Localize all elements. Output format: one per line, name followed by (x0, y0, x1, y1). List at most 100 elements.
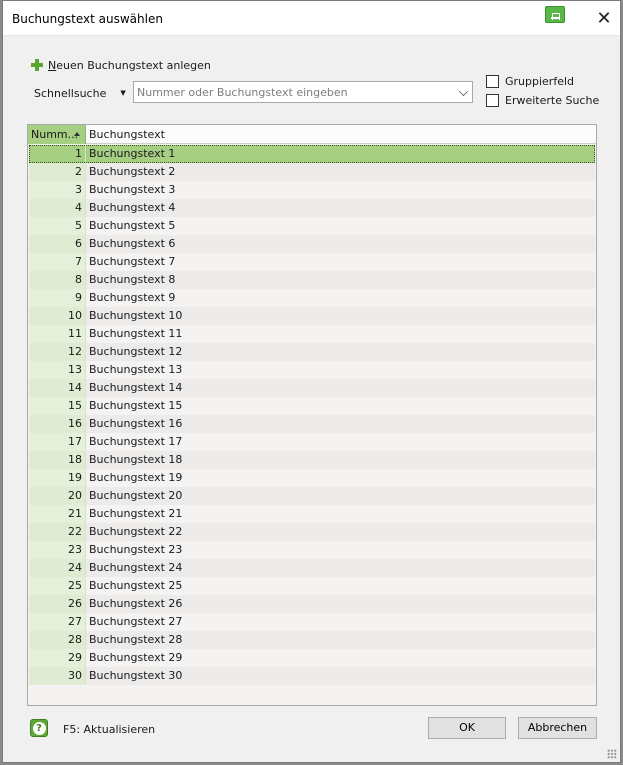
cell-posting-text: Buchungstext 26 (86, 595, 595, 613)
cell-posting-text: Buchungstext 23 (89, 543, 183, 556)
table-row[interactable]: 7 Buchungstext 7 (29, 253, 595, 271)
table-row[interactable]: 6 Buchungstext 6 (29, 235, 595, 253)
table-row[interactable]: 9 Buchungstext 9 (29, 289, 595, 307)
table-row[interactable]: 16 Buchungstext 16 (29, 415, 595, 433)
table-row[interactable]: 10 Buchungstext 10 (29, 307, 595, 325)
cell-number: 30 (29, 667, 86, 685)
cell-number: 21 (29, 505, 86, 523)
table-row[interactable]: 24 Buchungstext 24 (29, 559, 595, 577)
table-row[interactable]: 30 Buchungstext 30 (29, 667, 595, 685)
pin-icon[interactable] (545, 6, 565, 23)
sort-ascending-icon (74, 132, 80, 136)
cell-posting-text: Buchungstext 1 (86, 145, 595, 163)
grid-header: Numm... Buchungstext (28, 125, 596, 144)
cell-posting-text: Buchungstext 10 (86, 307, 595, 325)
table-row[interactable]: 5 Buchungstext 5 (29, 217, 595, 235)
search-input[interactable] (134, 82, 444, 102)
table-row[interactable]: 14 Buchungstext 14 (29, 379, 595, 397)
cell-number: 3 (29, 181, 86, 199)
refresh-hint: F5: Aktualisieren (63, 723, 156, 736)
table-row[interactable]: 13 Buchungstext 13 (29, 361, 595, 379)
cell-number: 12 (29, 343, 86, 361)
cell-number: 18 (29, 451, 86, 469)
group-field-checkbox[interactable]: Gruppierfeld (486, 73, 574, 89)
cell-posting-text: Buchungstext 21 (89, 507, 183, 520)
title-bar: Buchungstext auswählen ✕ (3, 1, 620, 36)
cell-posting-text: Buchungstext 30 (86, 667, 595, 685)
column-header-number[interactable]: Numm... (28, 125, 86, 144)
extended-search-checkbox[interactable]: Erweiterte Suche (486, 92, 599, 108)
window-title: Buchungstext auswählen (12, 12, 163, 26)
table-row[interactable]: 1 Buchungstext 1 (29, 145, 595, 163)
table-row[interactable]: 26 Buchungstext 26 (29, 595, 595, 613)
extended-search-label: Erweiterte Suche (505, 93, 600, 107)
cell-number: 24 (29, 559, 86, 577)
cell-posting-text: Buchungstext 16 (86, 415, 595, 433)
table-row[interactable]: 23 Buchungstext 23 (29, 541, 595, 559)
cell-number: 16 (29, 415, 86, 433)
new-posting-text-link[interactable]: Neuen Buchungstext anlegen (31, 57, 211, 73)
close-icon[interactable]: ✕ (591, 7, 617, 31)
table-row[interactable]: 21 Buchungstext 21 (29, 505, 595, 523)
column-header-posting-text[interactable]: Buchungstext (86, 125, 596, 143)
new-posting-text-label: Neuen Buchungstext anlegen (48, 58, 211, 72)
cell-posting-text: Buchungstext 19 (89, 471, 183, 484)
ok-button[interactable]: OK (428, 717, 506, 739)
search-combobox[interactable] (133, 81, 473, 103)
cell-posting-text: Buchungstext 14 (86, 379, 595, 397)
posting-text-grid: Numm... Buchungstext 1 Buchungstext 1 2 Buc… (27, 124, 597, 706)
cell-number: 13 (29, 361, 86, 379)
select-posting-text-dialog: Buchungstext auswählen ✕ Neuen Buchungst… (2, 0, 621, 763)
cell-posting-text: Buchungstext 12 (86, 343, 595, 361)
table-row[interactable]: 29 Buchungstext 29 (29, 649, 595, 667)
cell-posting-text: Buchungstext 7 (89, 255, 176, 268)
cell-number: 20 (29, 487, 86, 505)
cell-number: 2 (29, 163, 86, 181)
cell-posting-text: Buchungstext 3 (89, 183, 176, 196)
cell-posting-text: Buchungstext 5 (89, 219, 176, 232)
chevron-down-icon[interactable] (459, 87, 468, 96)
help-icon[interactable]: ? (30, 719, 48, 737)
cell-number: 5 (29, 217, 86, 235)
table-row[interactable]: 19 Buchungstext 19 (29, 469, 595, 487)
cell-posting-text: Buchungstext 13 (89, 363, 183, 376)
table-row[interactable]: 11 Buchungstext 11 (29, 325, 595, 343)
column-header-number-label: Numm... (31, 128, 79, 141)
search-mode-dropdown[interactable]: Schnellsuche ▼ (34, 85, 126, 101)
cell-posting-text: Buchungstext 17 (89, 435, 183, 448)
table-row[interactable]: 4 Buchungstext 4 (29, 199, 595, 217)
cell-number: 9 (29, 289, 86, 307)
caret-down-icon: ▼ (120, 89, 126, 97)
extended-search-checkbox-box[interactable] (486, 93, 499, 107)
cell-posting-text: Buchungstext 20 (86, 487, 595, 505)
cell-number: 15 (29, 397, 86, 415)
table-row[interactable]: 17 Buchungstext 17 (29, 433, 595, 451)
table-row[interactable]: 15 Buchungstext 15 (29, 397, 595, 415)
table-row[interactable]: 27 Buchungstext 27 (29, 613, 595, 631)
cell-number: 7 (29, 253, 86, 271)
cell-posting-text: Buchungstext 29 (89, 651, 183, 664)
cell-number: 25 (29, 577, 86, 595)
cell-posting-text: Buchungstext 27 (89, 615, 183, 628)
table-row[interactable]: 22 Buchungstext 22 (29, 523, 595, 541)
cell-number: 8 (29, 271, 86, 289)
table-row[interactable]: 12 Buchungstext 12 (29, 343, 595, 361)
cell-number: 6 (29, 235, 86, 253)
cell-posting-text: Buchungstext 8 (86, 271, 595, 289)
cell-number: 22 (29, 523, 86, 541)
cell-posting-text: Buchungstext 18 (86, 451, 595, 469)
table-row[interactable]: 25 Buchungstext 25 (29, 577, 595, 595)
plus-icon (31, 59, 43, 71)
group-field-checkbox-box[interactable] (486, 74, 499, 88)
cell-number: 28 (29, 631, 86, 649)
table-row[interactable]: 8 Buchungstext 8 (29, 271, 595, 289)
cell-posting-text: Buchungstext 22 (86, 523, 595, 541)
cancel-button[interactable]: Abbrechen (518, 717, 597, 739)
table-row[interactable]: 18 Buchungstext 18 (29, 451, 595, 469)
table-row[interactable]: 2 Buchungstext 2 (29, 163, 595, 181)
resize-grip-icon[interactable] (607, 749, 617, 759)
table-row[interactable]: 28 Buchungstext 28 (29, 631, 595, 649)
column-header-posting-text-label: Buchungstext (89, 127, 165, 141)
table-row[interactable]: 3 Buchungstext 3 (29, 181, 595, 199)
table-row[interactable]: 20 Buchungstext 20 (29, 487, 595, 505)
